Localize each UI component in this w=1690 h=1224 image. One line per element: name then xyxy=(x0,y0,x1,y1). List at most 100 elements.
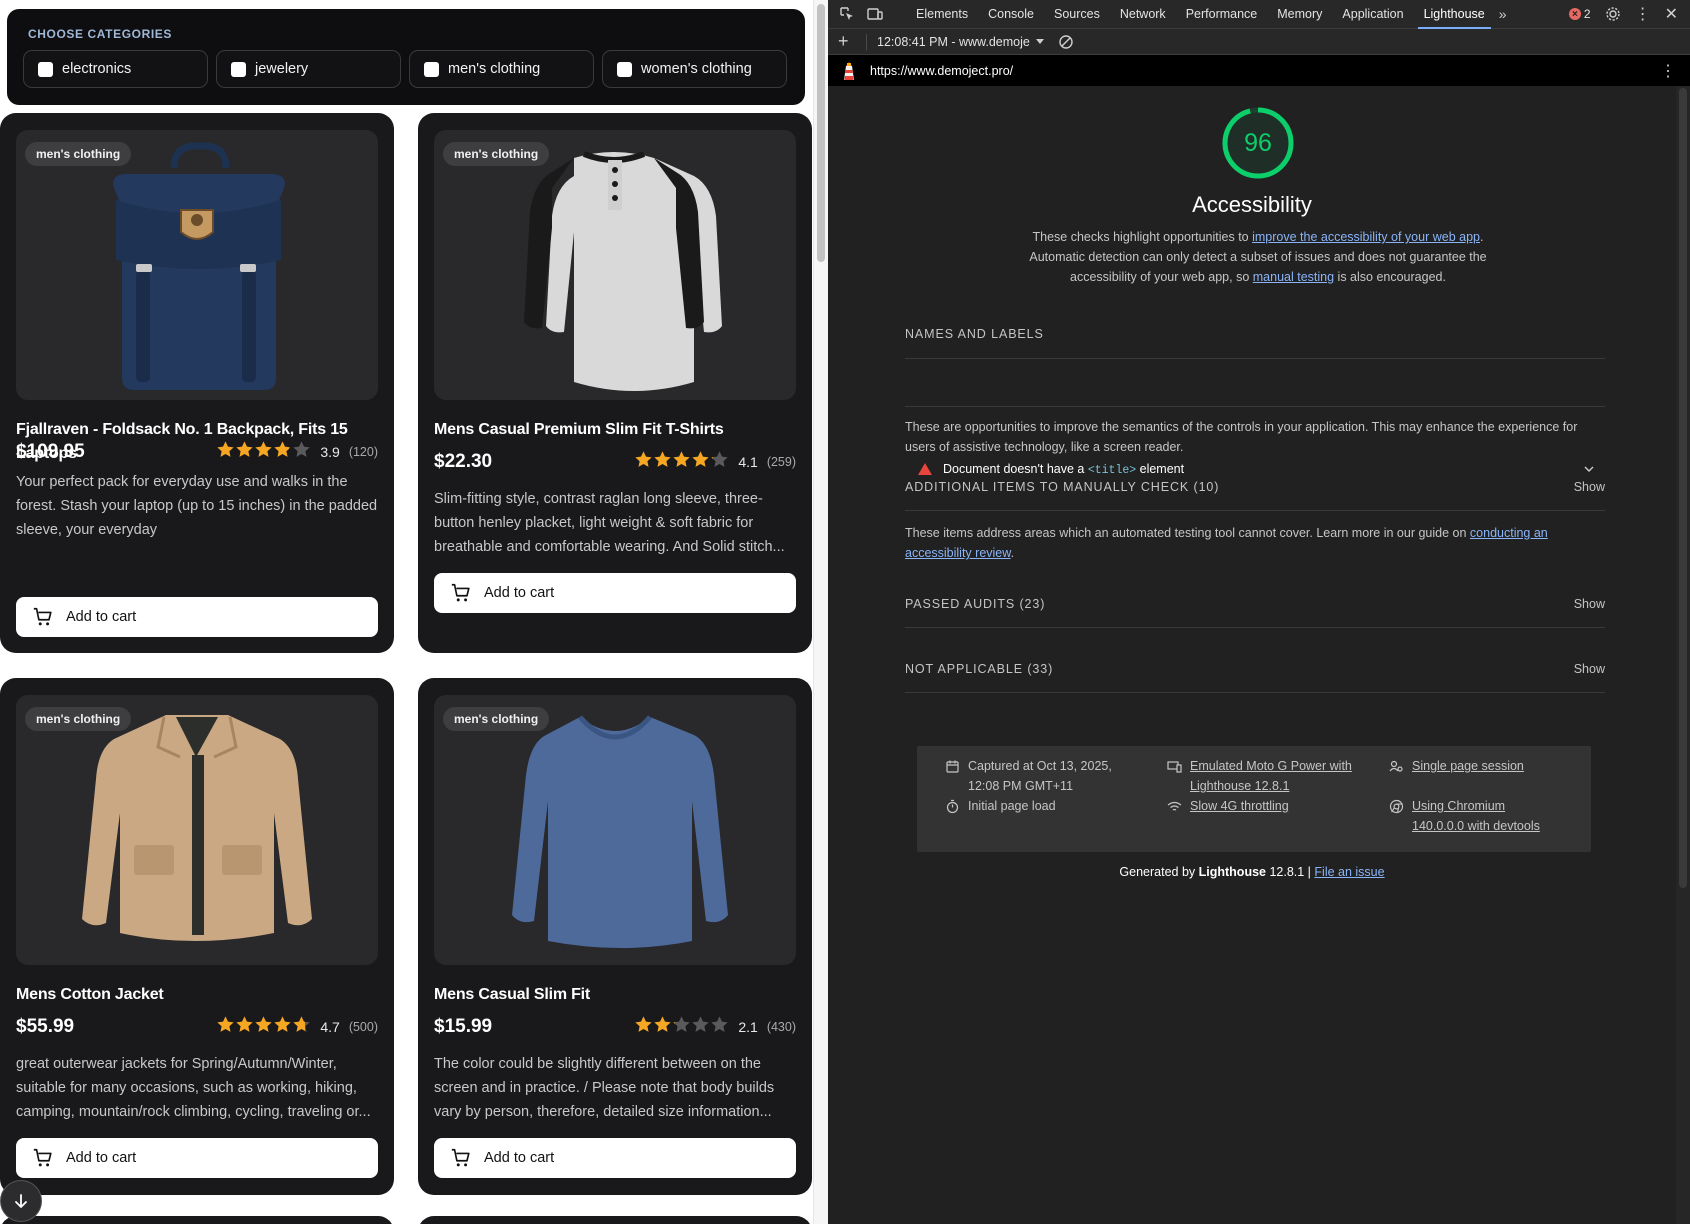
tab-console[interactable]: Console xyxy=(978,0,1044,29)
price-rating-row: $109.95 3.9 (120) xyxy=(16,440,378,464)
category-checkbox[interactable] xyxy=(38,61,53,77)
devtools-tabbar: Elements Console Sources Network Performance… xyxy=(828,0,1690,29)
desc-text: These items address areas which an autom… xyxy=(905,526,1470,540)
error-badge[interactable]: × 2 xyxy=(1568,7,1591,21)
product-image[interactable]: men's clothing xyxy=(16,130,378,400)
add-to-cart-button[interactable]: Add to cart xyxy=(434,1138,796,1178)
add-to-cart-label: Add to cart xyxy=(66,1150,137,1166)
manual-check-group[interactable]: ADDITIONAL ITEMS TO MANUALLY CHECK (10) S… xyxy=(905,480,1605,494)
manual-check-description: These items address areas which an autom… xyxy=(905,523,1605,563)
page-scrollbar[interactable] xyxy=(813,0,828,1224)
more-options-icon[interactable]: ⋮ xyxy=(1635,4,1651,24)
emulated-device[interactable]: Emulated Moto G Power with Lighthouse 12… xyxy=(1167,756,1357,796)
report-url[interactable]: https://www.demoject.pro/ xyxy=(870,64,1013,78)
rating-value: 3.9 xyxy=(320,444,340,460)
report-footer: Generated by Lighthouse 12.8.1 | File an… xyxy=(828,865,1676,879)
lighthouse-toolbar: + 12:08:41 PM - www.demoje xyxy=(828,29,1690,55)
category-description: These checks highlight opportunities to … xyxy=(1028,227,1488,287)
show-button[interactable]: Show xyxy=(1574,662,1605,676)
close-icon[interactable]: ✕ xyxy=(1665,4,1678,24)
report-url-bar: https://www.demoject.pro/ ⋮ xyxy=(828,55,1690,86)
tab-lighthouse[interactable]: Lighthouse xyxy=(1414,0,1495,29)
browser-version[interactable]: Using Chromium 140.0.0.0 with devtools xyxy=(1389,796,1559,836)
star-icon xyxy=(692,451,710,467)
report-menu-icon[interactable]: ⋮ xyxy=(1660,61,1676,81)
show-button[interactable]: Show xyxy=(1574,597,1605,611)
error-count: 2 xyxy=(1583,7,1591,21)
product-title[interactable]: Mens Casual Premium Slim Fit T-Shirts xyxy=(434,418,796,442)
audit-code: <title> xyxy=(1087,463,1137,477)
devices-icon xyxy=(1167,761,1182,773)
network-throttling[interactable]: Slow 4G throttling xyxy=(1167,796,1289,816)
next-product-card xyxy=(0,1216,394,1224)
rating-count: (259) xyxy=(766,455,796,469)
tab-sources[interactable]: Sources xyxy=(1044,0,1110,29)
tab-memory[interactable]: Memory xyxy=(1267,0,1332,29)
timer-icon xyxy=(946,799,959,814)
category-tag: men's clothing xyxy=(25,142,132,166)
category-electronics[interactable]: electronics xyxy=(23,50,208,88)
add-to-cart-button[interactable]: Add to cart xyxy=(16,597,378,637)
rating: 2.1 (430) xyxy=(634,1015,796,1039)
improve-accessibility-link[interactable]: improve the accessibility of your web ap… xyxy=(1252,230,1480,244)
add-to-cart-button[interactable]: Add to cart xyxy=(16,1138,378,1178)
names-labels-group-title: NAMES AND LABELS xyxy=(905,327,1605,341)
tab-application[interactable]: Application xyxy=(1332,0,1413,29)
category-checkbox[interactable] xyxy=(231,61,246,77)
star-icon xyxy=(274,1016,292,1032)
scroll-down-button[interactable] xyxy=(0,1180,42,1222)
device-text: Emulated Moto G Power with Lighthouse 12… xyxy=(1190,759,1352,793)
category-womens-clothing[interactable]: women's clothing xyxy=(602,50,787,88)
new-report-icon[interactable]: + xyxy=(838,31,858,52)
product-card: men's clothing Mens Casual Premium Slim … xyxy=(418,113,812,653)
passed-audits-group[interactable]: PASSED AUDITS (23) Show xyxy=(905,597,1605,611)
product-card: men's clothing Mens Cotton Jacket $55.99… xyxy=(0,678,394,1195)
audit-title: Document doesn't have a <title> element xyxy=(943,462,1184,477)
add-to-cart-button[interactable]: Add to cart xyxy=(434,573,796,613)
product-image[interactable]: men's clothing xyxy=(16,695,378,965)
product-title[interactable]: Mens Casual Slim Fit xyxy=(434,983,796,1007)
file-issue-link[interactable]: File an issue xyxy=(1314,865,1384,879)
report-scrollbar[interactable] xyxy=(1676,86,1690,1224)
chromium-icon xyxy=(1389,799,1404,814)
manual-testing-link[interactable]: manual testing xyxy=(1253,270,1334,284)
star-icon xyxy=(255,1016,273,1032)
category-jewelery[interactable]: jewelery xyxy=(216,50,401,88)
star-icon xyxy=(293,1016,311,1032)
device-toolbar-icon[interactable] xyxy=(866,5,884,23)
product-card: men's clothing Mens Casual Slim Fit $15.… xyxy=(418,678,812,1195)
rating: 4.7 (500) xyxy=(216,1015,378,1039)
chevron-down-icon[interactable] xyxy=(1583,463,1595,475)
product-image[interactable]: men's clothing xyxy=(434,695,796,965)
report-select[interactable]: 12:08:41 PM - www.demoje xyxy=(877,35,1044,49)
tab-network[interactable]: Network xyxy=(1110,0,1176,29)
tab-elements[interactable]: Elements xyxy=(906,0,978,29)
browser-text: Using Chromium 140.0.0.0 with devtools xyxy=(1412,799,1540,833)
gear-icon[interactable] xyxy=(1605,6,1621,22)
category-mens-clothing[interactable]: men's clothing xyxy=(409,50,594,88)
devtools-panel: Elements Console Sources Network Performance… xyxy=(828,0,1690,1224)
throttle-text: Slow 4G throttling xyxy=(1190,799,1289,813)
product-image[interactable]: men's clothing xyxy=(434,130,796,400)
devtools-right-controls: × 2 ⋮ ✕ xyxy=(1568,4,1690,24)
category-checkbox[interactable] xyxy=(424,61,439,77)
session-type[interactable]: Single page session xyxy=(1389,756,1524,776)
scrollbar-thumb[interactable] xyxy=(817,4,825,262)
rating-stars xyxy=(634,450,729,474)
more-tabs-icon[interactable]: » xyxy=(1499,6,1507,22)
star-icon xyxy=(692,1016,710,1032)
star-icon xyxy=(673,1016,691,1032)
show-button[interactable]: Show xyxy=(1574,480,1605,494)
category-checkbox[interactable] xyxy=(617,61,632,77)
tab-performance[interactable]: Performance xyxy=(1176,0,1268,29)
add-to-cart-label: Add to cart xyxy=(66,609,137,625)
product-description: Your perfect pack for everyday use and w… xyxy=(16,474,378,538)
scrollbar-thumb[interactable] xyxy=(1679,88,1687,888)
desc-text: These checks highlight opportunities to xyxy=(1032,230,1253,244)
not-applicable-group[interactable]: NOT APPLICABLE (33) Show xyxy=(905,662,1605,676)
star-icon xyxy=(654,1016,672,1032)
product-title[interactable]: Mens Cotton Jacket xyxy=(16,983,378,1007)
inspect-element-icon[interactable] xyxy=(838,5,856,23)
clear-block-icon[interactable] xyxy=(1058,34,1074,50)
divider xyxy=(905,692,1605,693)
